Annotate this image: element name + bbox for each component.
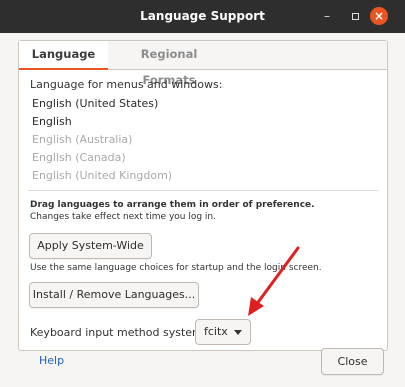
maximize-icon[interactable] bbox=[346, 7, 364, 25]
keyboard-input-label: Keyboard input method system: bbox=[30, 326, 207, 339]
language-list[interactable]: English (United States) English English … bbox=[28, 95, 378, 191]
window-title: Language Support bbox=[140, 9, 265, 23]
tab-bar: Language Regional Formats bbox=[19, 41, 387, 87]
tab-language[interactable]: Language bbox=[19, 41, 108, 70]
tab-regional-formats[interactable]: Regional Formats bbox=[114, 41, 224, 87]
list-item[interactable]: English (Australia) bbox=[28, 131, 378, 149]
window-body: Language Regional Formats Language for m… bbox=[0, 33, 405, 387]
chevron-down-icon bbox=[234, 330, 242, 335]
close-icon[interactable]: × bbox=[370, 7, 388, 25]
list-item[interactable]: English (Canada) bbox=[28, 149, 378, 167]
notebook: Language Regional Formats Language for m… bbox=[18, 40, 388, 351]
keyboard-input-select[interactable]: fcitx bbox=[195, 319, 251, 345]
list-item[interactable]: English (United States) bbox=[28, 95, 378, 113]
install-remove-languages-button[interactable]: Install / Remove Languages... bbox=[29, 282, 199, 308]
apply-system-wide-button[interactable]: Apply System-Wide bbox=[29, 233, 152, 259]
help-link[interactable]: Help bbox=[39, 354, 64, 367]
same-language-hint: Use the same language choices for startu… bbox=[30, 263, 322, 273]
keyboard-input-value: fcitx bbox=[204, 325, 228, 338]
close-button[interactable]: Close bbox=[321, 348, 384, 375]
minimize-icon[interactable]: – bbox=[318, 7, 336, 25]
change-hint: Changes take effect next time you log in… bbox=[30, 212, 216, 222]
drag-hint: Drag languages to arrange them in order … bbox=[30, 200, 315, 210]
title-bar: Language Support – × bbox=[0, 0, 405, 33]
language-list-caption: Language for menus and windows: bbox=[30, 78, 223, 91]
list-item[interactable]: English (United Kingdom) bbox=[28, 167, 378, 185]
list-item[interactable]: English bbox=[28, 113, 378, 131]
